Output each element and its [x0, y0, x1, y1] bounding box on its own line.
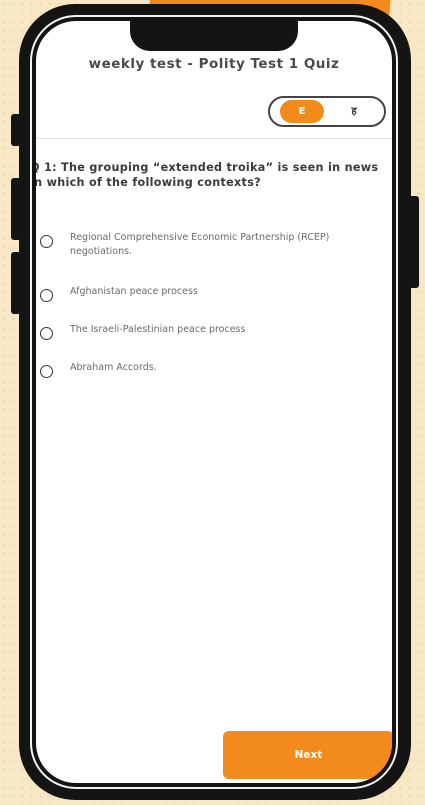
language-option-english[interactable]: E: [280, 100, 324, 123]
answer-option-label: The Israeli-Palestinian peace process: [70, 324, 246, 335]
phone-power-button: [409, 196, 419, 288]
phone-volume-up: [11, 178, 21, 240]
radio-button-icon[interactable]: [40, 327, 53, 340]
phone-mute-switch: [11, 114, 21, 146]
header-divider: [36, 138, 392, 139]
answer-option-2[interactable]: Afghanistan peace process: [40, 285, 370, 302]
answer-option-4[interactable]: Abraham Accords.: [40, 361, 370, 378]
radio-button-icon[interactable]: [40, 235, 53, 248]
question-text: Q 1: The grouping “extended troika” is s…: [36, 161, 379, 189]
radio-button-icon[interactable]: [40, 365, 53, 378]
language-toggle[interactable]: E ह: [268, 96, 386, 127]
answer-option-label: Regional Comprehensive Economic Partners…: [70, 232, 330, 257]
language-option-hindi[interactable]: ह: [332, 100, 376, 123]
app-screen: Quiz weekly test - Polity Test 1 Quiz E …: [36, 21, 392, 783]
answer-option-label: Afghanistan peace process: [70, 286, 198, 297]
page-title: weekly test - Polity Test 1 Quiz: [88, 56, 340, 72]
next-button[interactable]: Next: [223, 731, 392, 779]
radio-button-icon[interactable]: [40, 289, 53, 302]
answer-option-1[interactable]: Regional Comprehensive Economic Partners…: [40, 231, 370, 259]
phone-notch: [130, 21, 298, 51]
answer-option-label: Abraham Accords.: [70, 362, 157, 373]
answer-option-3[interactable]: The Israeli-Palestinian peace process: [40, 323, 370, 340]
phone-volume-down: [11, 252, 21, 314]
